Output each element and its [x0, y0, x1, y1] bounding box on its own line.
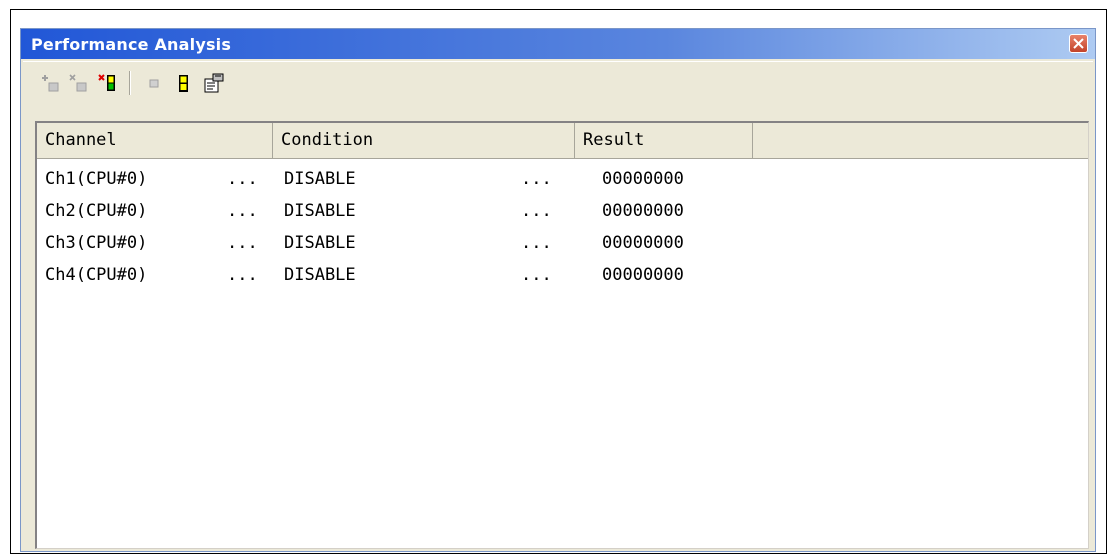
performance-channel-list[interactable]: Channel Condition Result Ch1(CPU#0) ... … [35, 121, 1089, 549]
condition-cell: DISABLE [284, 201, 356, 221]
result-cell: 00000000 [602, 233, 684, 253]
result-cell: 00000000 [602, 265, 684, 285]
table-row[interactable]: Ch2(CPU#0) ... DISABLE ... 00000000 [37, 201, 1088, 233]
add-channel-button[interactable] [39, 72, 61, 94]
condition-cell: DISABLE [284, 265, 356, 285]
condition-cell: DISABLE [284, 233, 356, 253]
column-header-channel[interactable]: Channel [37, 123, 273, 158]
result-cell: 00000000 [602, 169, 684, 189]
performance-analysis-window: Performance Analysis Channel Condition R… [20, 28, 1096, 552]
channel-ellipsis: ... [227, 169, 258, 189]
channel-cell: Ch2(CPU#0) [45, 201, 148, 221]
condition-ellipsis: ... [521, 265, 552, 285]
delete-channel-button[interactable] [67, 72, 89, 94]
table-row[interactable]: Ch3(CPU#0) ... DISABLE ... 00000000 [37, 233, 1088, 265]
column-header-condition[interactable]: Condition [273, 123, 575, 158]
stop-measurement-button[interactable] [143, 72, 165, 94]
properties-icon [204, 73, 224, 93]
channel-cell: Ch4(CPU#0) [45, 265, 148, 285]
toolbar-separator [129, 71, 131, 95]
add-channel-icon [42, 75, 59, 92]
list-header: Channel Condition Result [37, 123, 1088, 159]
condition-ellipsis: ... [521, 201, 552, 221]
start-measurement-icon [179, 75, 188, 92]
close-button[interactable] [1069, 34, 1088, 53]
channel-cell: Ch3(CPU#0) [45, 233, 148, 253]
condition-cell: DISABLE [284, 169, 356, 189]
condition-ellipsis: ... [521, 233, 552, 253]
channel-cell: Ch1(CPU#0) [45, 169, 148, 189]
delete-all-channels-button[interactable] [97, 72, 119, 94]
channel-ellipsis: ... [227, 201, 258, 221]
delete-all-channels-icon [98, 74, 115, 91]
delete-channel-icon [69, 74, 87, 92]
table-row[interactable]: Ch4(CPU#0) ... DISABLE ... 00000000 [37, 265, 1088, 297]
table-row[interactable]: Ch1(CPU#0) ... DISABLE ... 00000000 [37, 169, 1088, 201]
result-cell: 00000000 [602, 201, 684, 221]
condition-ellipsis: ... [521, 169, 552, 189]
toolbar [23, 61, 1093, 106]
window-title: Performance Analysis [31, 35, 232, 54]
column-header-empty [753, 123, 1088, 158]
list-rows: Ch1(CPU#0) ... DISABLE ... 00000000 Ch2(… [37, 169, 1088, 297]
properties-button[interactable] [203, 72, 225, 94]
channel-ellipsis: ... [227, 233, 258, 253]
stop-measurement-icon [149, 79, 159, 88]
channel-ellipsis: ... [227, 265, 258, 285]
title-bar[interactable]: Performance Analysis [21, 29, 1095, 59]
column-header-result[interactable]: Result [575, 123, 753, 158]
close-icon [1073, 38, 1084, 49]
start-measurement-button[interactable] [173, 72, 195, 94]
